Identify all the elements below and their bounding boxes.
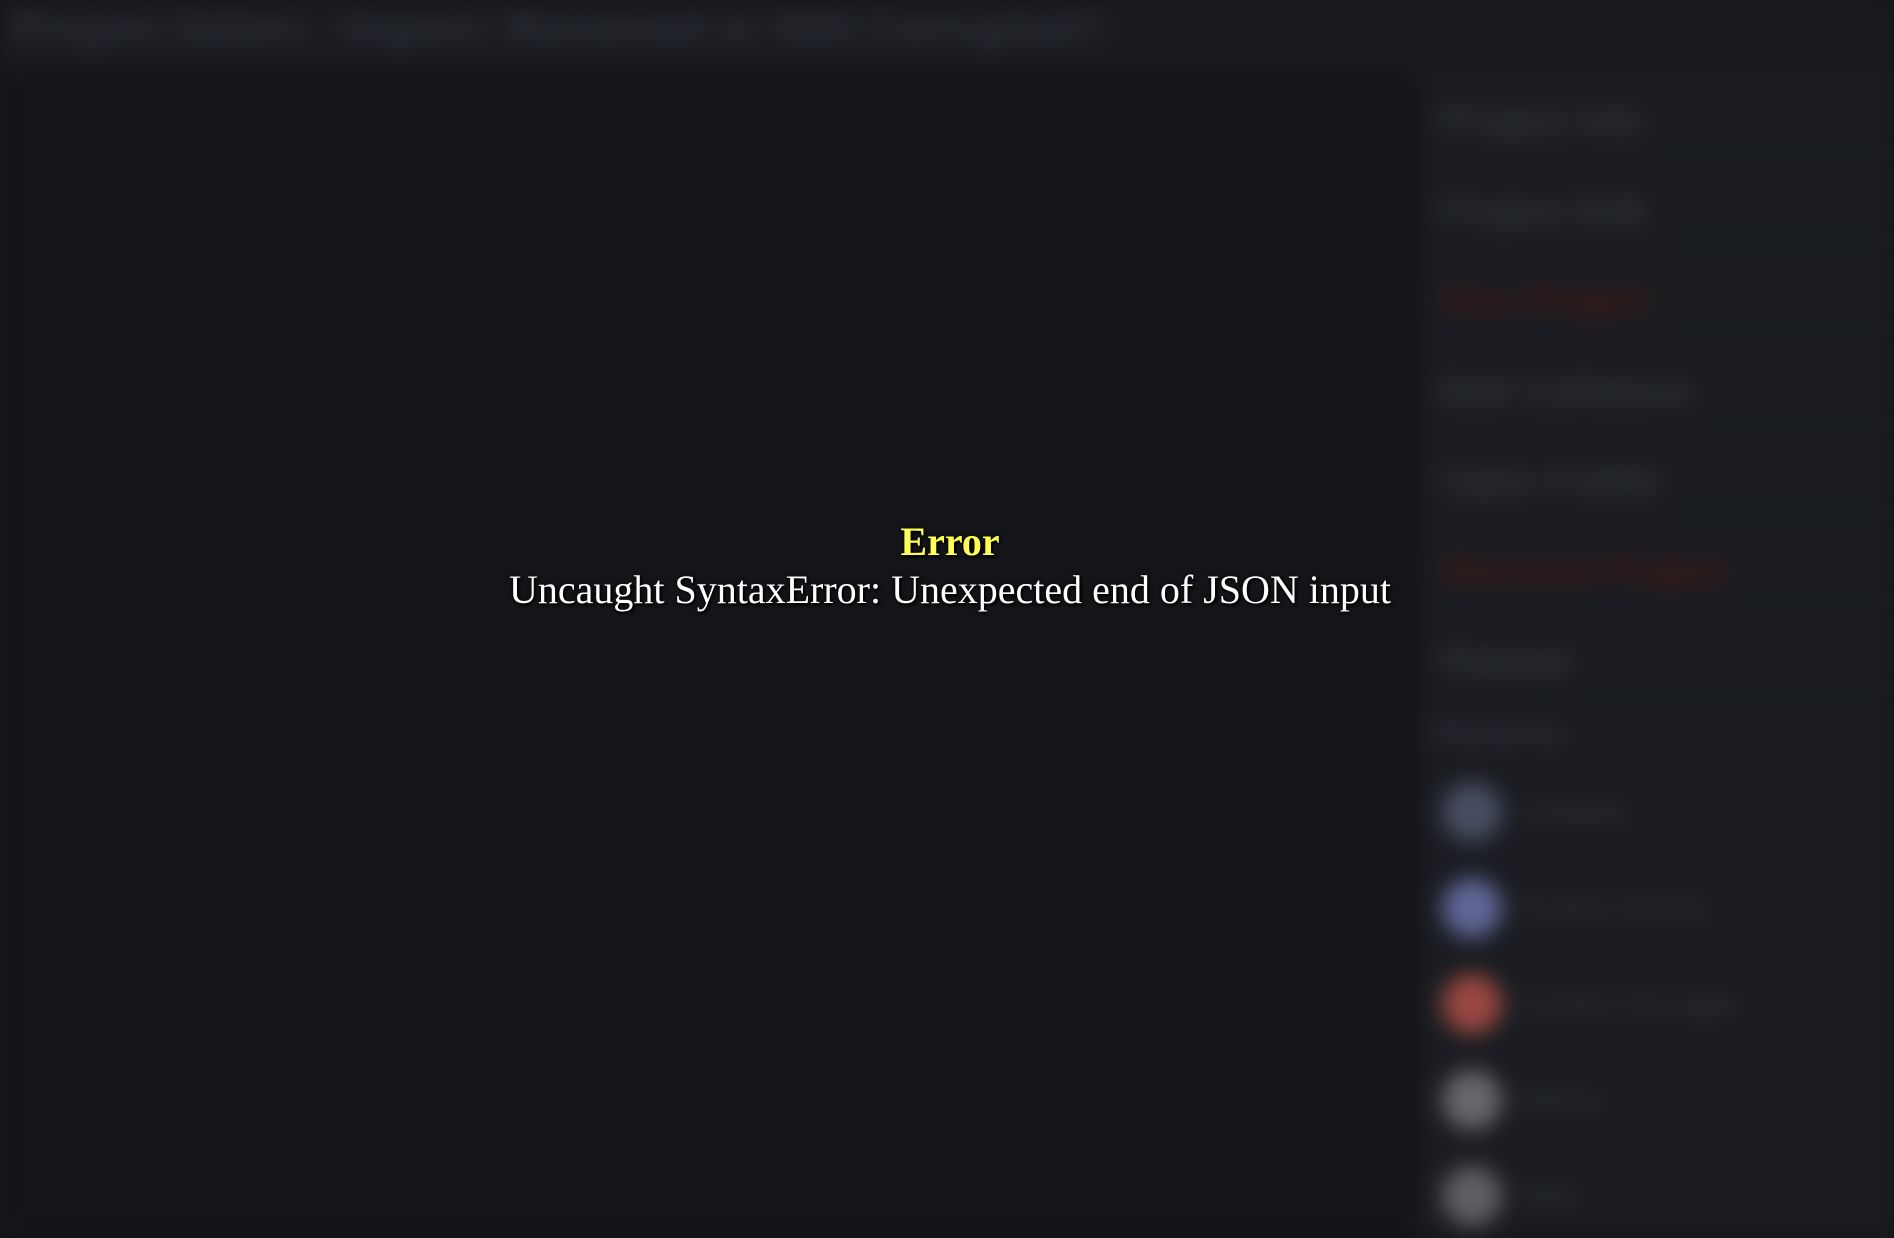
- panel-row-run-project[interactable]: Run Project: [1442, 272, 1894, 332]
- avatar: [1442, 878, 1502, 938]
- error-overlay: Error Uncaught SyntaxError: Unexpected e…: [0, 518, 1894, 614]
- panel-row-edit-collisions[interactable]: Edit Collisions: [1442, 362, 1894, 422]
- panel-row-label: Run Project: [1442, 278, 1651, 323]
- avatar: [1442, 974, 1502, 1034]
- recents-section-title: Recents: [1434, 712, 1567, 753]
- recent-item[interactable]: Test: [1442, 1156, 1894, 1236]
- panel-row-label: Reload: [1442, 638, 1569, 683]
- error-title: Error: [900, 519, 1000, 564]
- panel-row-open-folder[interactable]: Open Folder: [1442, 452, 1894, 512]
- recent-item[interactable]: Forest Scene: [1442, 868, 1894, 948]
- avatar: [1442, 1070, 1502, 1130]
- panel-row-label: Open Folder: [1442, 458, 1665, 503]
- panel-row-label: Edit Collisions: [1442, 368, 1694, 413]
- recent-item-label: Demo: [1518, 1081, 1604, 1118]
- window-title: Project Select - Import: Removed or Stil…: [12, 4, 1105, 53]
- recent-item[interactable]: Untitled: [1442, 772, 1894, 852]
- recent-item-label: Cavern Escape: [1518, 985, 1737, 1022]
- recent-item-label: Forest Scene: [1518, 889, 1709, 926]
- panel-row-reload[interactable]: Reload: [1442, 632, 1894, 692]
- panel-row-label: Project Info: [1442, 98, 1645, 143]
- recent-item-label: Test: [1518, 1177, 1577, 1214]
- app-window: Project Select - Import: Removed or Stil…: [0, 0, 1894, 1238]
- recent-item[interactable]: Cavern Escape: [1442, 964, 1894, 1044]
- avatar: [1442, 782, 1502, 842]
- panel-row-project-info[interactable]: Project Info: [1442, 92, 1894, 152]
- avatar: [1442, 1166, 1502, 1226]
- error-message: Uncaught SyntaxError: Unexpected end of …: [508, 567, 1392, 612]
- panel-row-label: Project Edit: [1442, 188, 1647, 233]
- recent-item[interactable]: Demo: [1442, 1060, 1894, 1140]
- title-bar: Project Select - Import: Removed or Stil…: [0, 0, 1894, 72]
- blurred-background-ui: Project Select - Import: Removed or Stil…: [0, 0, 1894, 1238]
- recent-item-label: Untitled: [1518, 793, 1627, 830]
- project-panel: Project Info Project Edit Run Project Ed…: [1420, 72, 1894, 1238]
- main-area: [0, 72, 1420, 1238]
- panel-row-project-edit[interactable]: Project Edit: [1442, 182, 1894, 242]
